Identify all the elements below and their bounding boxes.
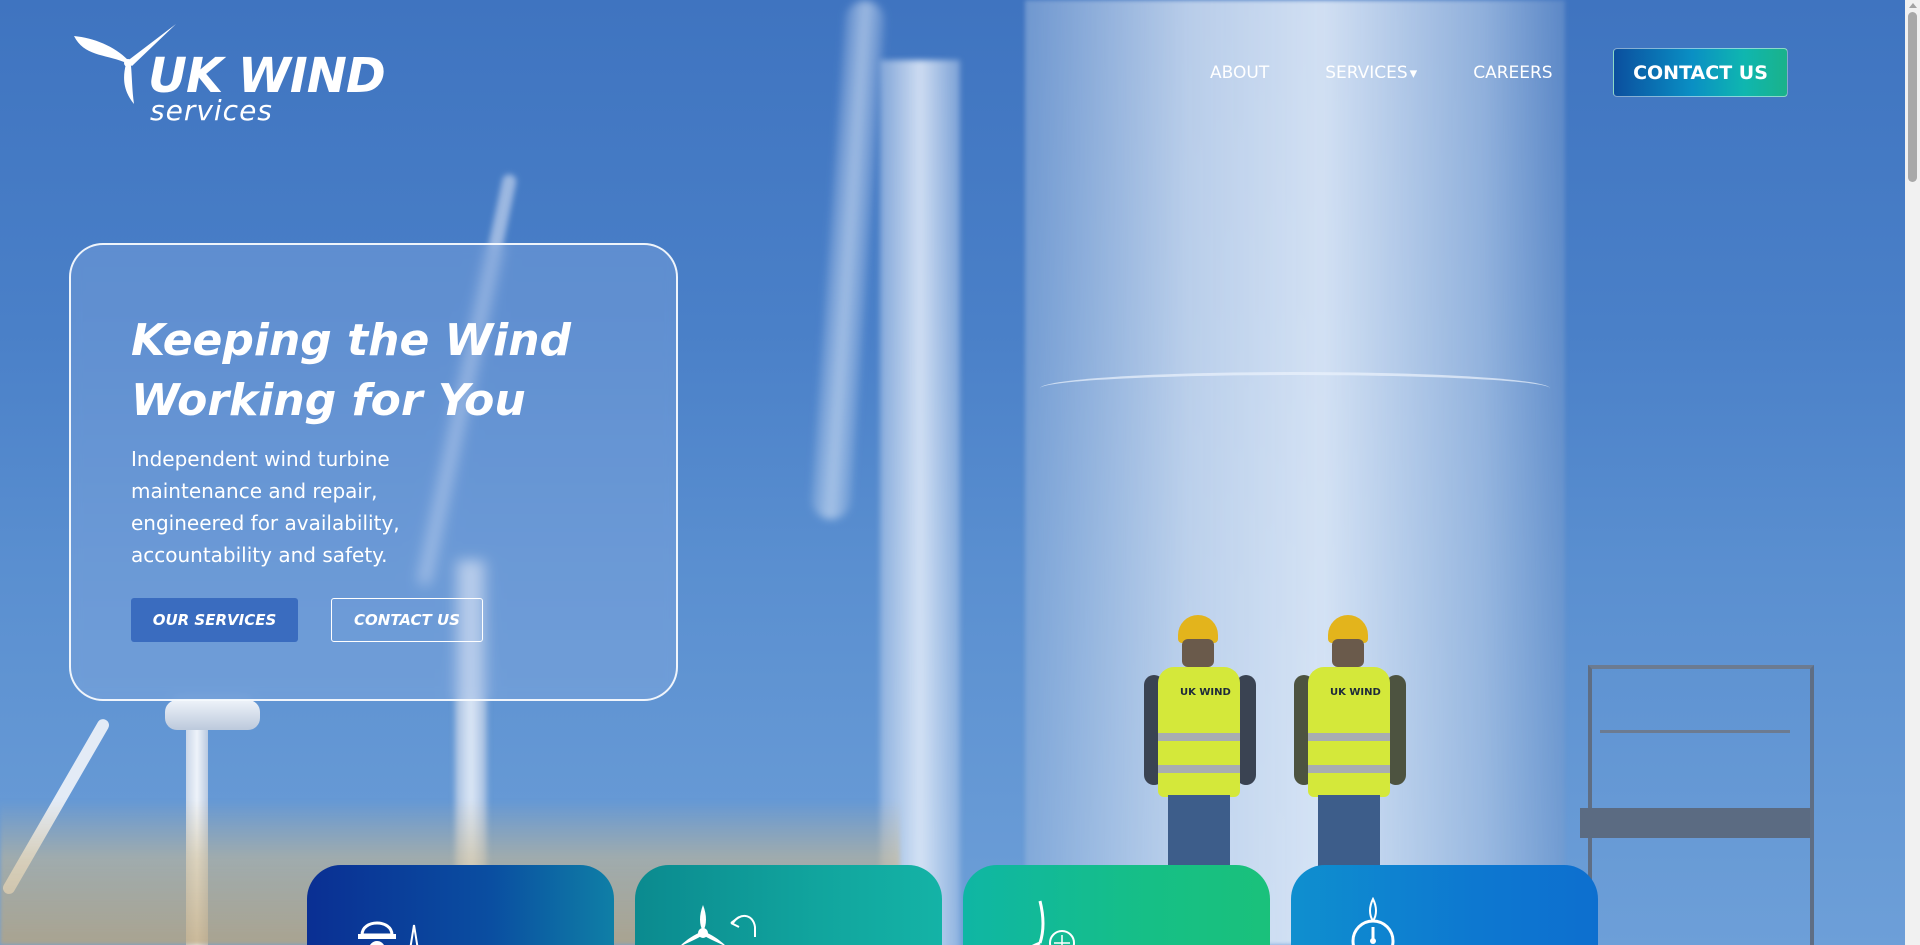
background-small-turbine-nacelle [165, 700, 260, 730]
background-platform-deck [1580, 808, 1810, 838]
vest-stripe [1308, 765, 1390, 773]
background-tower-seam [1040, 372, 1550, 405]
hero-description-line: maintenance and repair, [131, 479, 378, 503]
hero-title-line-1: Keeping the Wind [131, 315, 572, 366]
service-card-blades[interactable] [963, 865, 1270, 945]
turbine-rotor-return-icon [681, 905, 756, 945]
logo-subtitle: services [150, 94, 273, 127]
nav-services[interactable]: SERVICES ▾ [1325, 63, 1417, 83]
hard-hat-icon [358, 921, 419, 945]
hero-title-line-2: Working for You [131, 375, 526, 426]
nav-careers[interactable]: CAREERS [1473, 63, 1552, 83]
hero-description-line: accountability and safety. [131, 543, 388, 567]
background-blade [809, 0, 887, 521]
service-card-inspection[interactable] [1291, 865, 1598, 945]
chevron-down-icon: ▾ [1409, 64, 1418, 82]
nav-about[interactable]: ABOUT [1210, 63, 1269, 83]
nacelle-gauge-icon [1351, 897, 1395, 945]
contact-us-hero-button[interactable]: CONTACT US [331, 598, 483, 642]
worker-legs [1318, 795, 1380, 875]
worker-head [1332, 639, 1364, 667]
background-platform-railing [1588, 665, 1814, 945]
worker-figure-left: UK WIND [1140, 615, 1256, 875]
hero-description-line: Independent wind turbine [131, 447, 390, 471]
worker-head [1182, 639, 1214, 667]
service-card-repair[interactable] [635, 865, 942, 945]
hero-description-line: engineered for availability, [131, 511, 400, 535]
worker-figure-right: UK WIND [1290, 615, 1406, 875]
our-services-button[interactable]: OUR SERVICES [131, 598, 298, 642]
scroll-up-arrow-icon[interactable] [1909, 3, 1917, 8]
scroll-thumb[interactable] [1908, 12, 1917, 182]
vest-stripe [1158, 765, 1240, 773]
page: UK WIND UK WIND UK WIND services ABOUT S… [0, 0, 1920, 945]
service-card-safety[interactable] [307, 865, 614, 945]
turbine-blade-icon [1031, 900, 1075, 945]
main-nav: ABOUT SERVICES ▾ CAREERS [1210, 48, 1609, 98]
site-logo[interactable]: UK WIND services [74, 24, 394, 127]
vest-stripe [1158, 733, 1240, 741]
nav-services-label: SERVICES [1325, 63, 1408, 83]
worker-legs [1168, 795, 1230, 875]
hero-card: Keeping the Wind Working for You Indepen… [69, 243, 678, 701]
hero-title: Keeping the Wind Working for You [131, 311, 651, 431]
vest-logo-text: UK WIND [1180, 687, 1231, 698]
contact-us-nav-button[interactable]: CONTACT US [1613, 48, 1788, 97]
hero-description: Independent wind turbine maintenance and… [131, 443, 451, 571]
vest-logo-text: UK WIND [1330, 687, 1381, 698]
vest-stripe [1308, 733, 1390, 741]
